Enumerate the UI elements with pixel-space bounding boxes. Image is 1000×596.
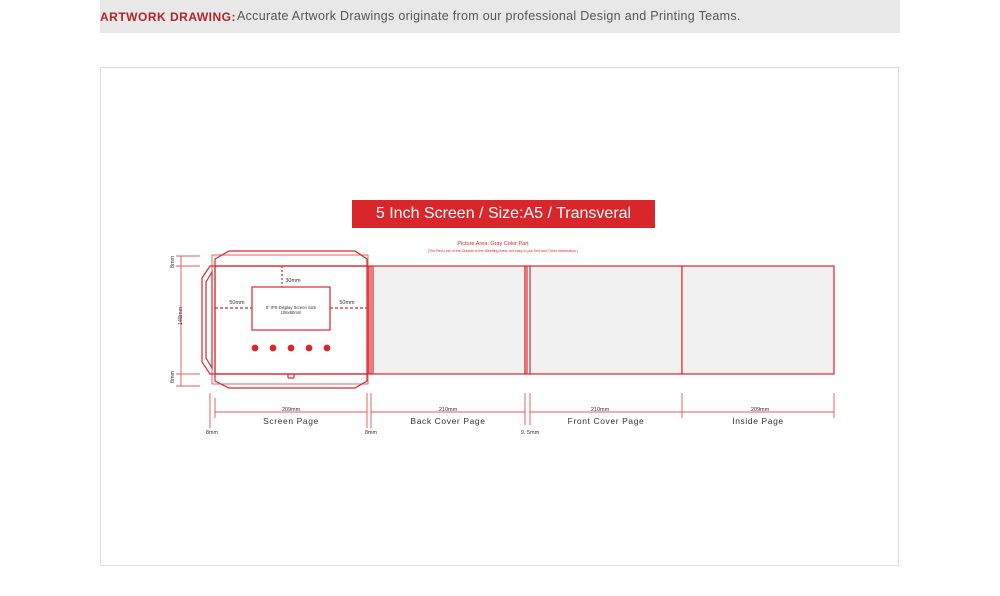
- top-bleed-dim: 8mm: [170, 255, 176, 268]
- inside-page-panel: [681, 265, 835, 375]
- bottom-bleed-dim: 8mm: [170, 370, 176, 383]
- back-cover-width: 210mm: [439, 407, 458, 413]
- front-cover-panel: [529, 265, 683, 375]
- control-button-3: [287, 344, 295, 352]
- front-cover-width: 210mm: [591, 407, 610, 413]
- page-height-dim: 148mm: [178, 306, 184, 325]
- spine-gap: 8mm: [365, 430, 378, 436]
- artwork-drawing: Picture Area: Gray Color Part (The Red L…: [170, 241, 835, 436]
- screen-size-value: 108x60mm: [281, 310, 302, 315]
- bleed-note: (The Red Line of the Outside is the Blee…: [428, 249, 578, 253]
- front-cover-label: Front Cover Page: [568, 416, 645, 426]
- screen-right-dim: 50mm: [339, 300, 355, 306]
- back-cover-panel: [372, 265, 526, 375]
- screen-page-label: Screen Page: [263, 416, 319, 426]
- picture-area-note: Picture Area: Gray Color Part: [457, 241, 529, 247]
- control-button-1: [251, 344, 259, 352]
- screen-page-width: 209mm: [282, 407, 301, 413]
- control-button-2: [269, 344, 277, 352]
- back-cover-label: Back Cover Page: [410, 416, 485, 426]
- control-buttons: [251, 344, 331, 352]
- inside-page-label: Inside Page: [732, 416, 784, 426]
- control-button-4: [305, 344, 313, 352]
- center-gap: 9. 5mm: [521, 430, 540, 436]
- screen-left-dim: 50mm: [229, 300, 245, 306]
- screen-top-dim: 30mm: [285, 278, 301, 284]
- control-button-5: [323, 344, 331, 352]
- left-bleed-gap: 8mm: [206, 430, 219, 436]
- inside-page-width: 209mm: [751, 407, 770, 413]
